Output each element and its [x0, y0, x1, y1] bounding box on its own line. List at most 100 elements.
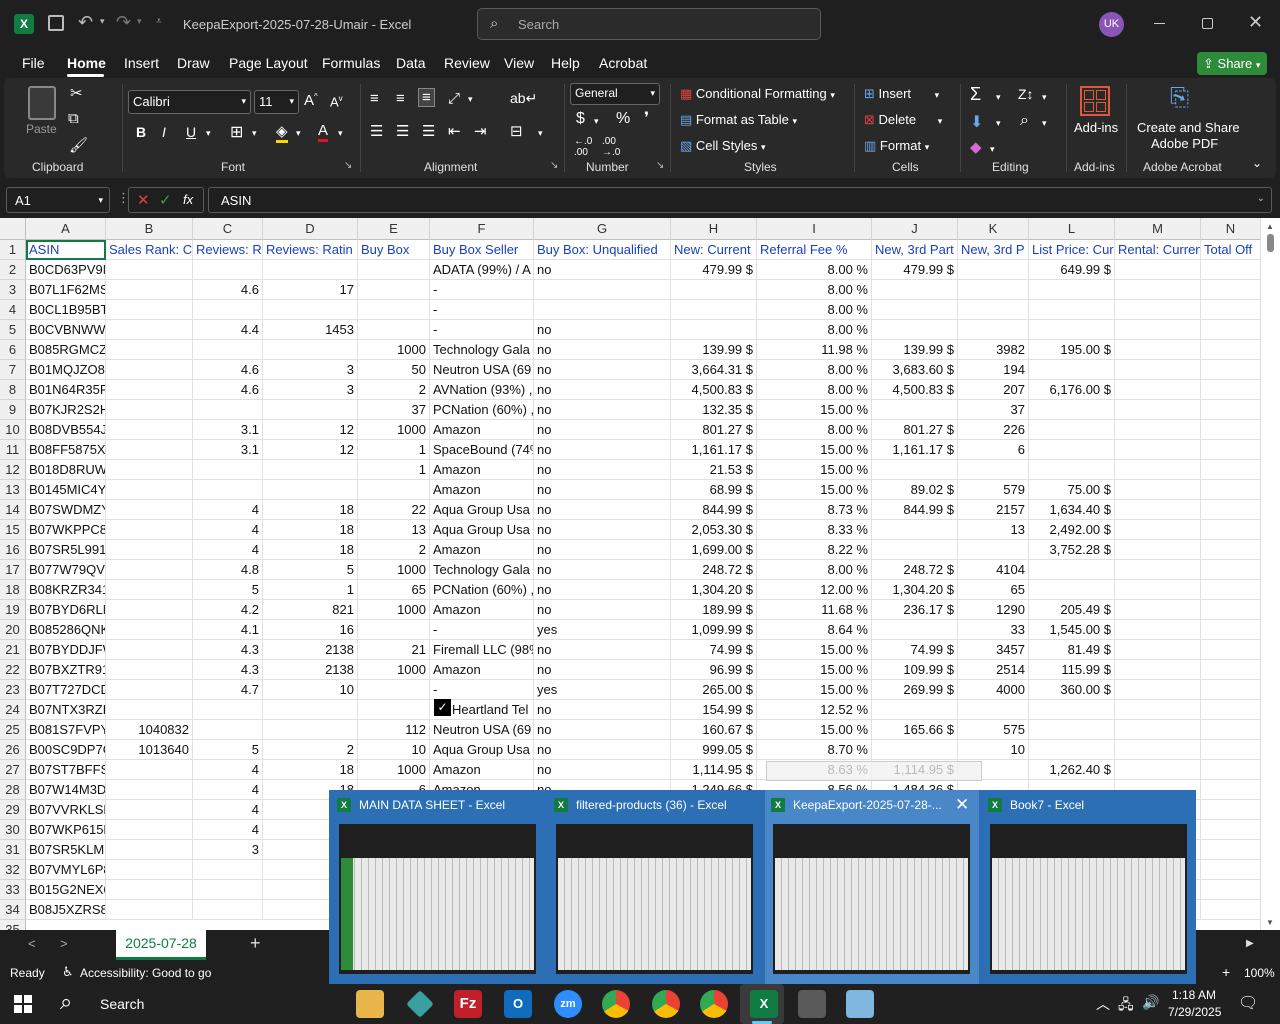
tray-chevron-icon[interactable]: ︿ — [1096, 994, 1110, 1014]
table-cell[interactable]: B07BYD6RLN — [26, 600, 106, 620]
row-header[interactable]: 13 — [0, 480, 26, 500]
table-cell[interactable]: 6,176.00 $ — [1029, 380, 1115, 400]
table-cell[interactable] — [1115, 460, 1201, 480]
font-name-select[interactable]: Calibri ▾ — [128, 90, 251, 114]
table-cell[interactable] — [106, 580, 193, 600]
header-cell[interactable]: New, 3rd Part — [872, 240, 958, 260]
increase-font-icon[interactable]: A^ — [304, 92, 318, 109]
addins-button[interactable]: Add-ins — [1074, 120, 1118, 135]
table-cell[interactable] — [1201, 360, 1261, 380]
table-cell[interactable] — [106, 780, 193, 800]
table-cell[interactable] — [106, 900, 193, 920]
row-header[interactable]: 1 — [0, 240, 26, 260]
table-cell[interactable]: 8.00 % — [757, 300, 872, 320]
table-cell[interactable]: no — [534, 660, 671, 680]
table-cell[interactable] — [1115, 440, 1201, 460]
table-cell[interactable]: 4.1 — [193, 620, 263, 640]
table-cell[interactable]: 8.33 % — [757, 520, 872, 540]
table-cell[interactable] — [106, 500, 193, 520]
table-cell[interactable]: 1,545.00 $ — [1029, 620, 1115, 640]
row-header[interactable]: 22 — [0, 660, 26, 680]
fill-color-icon[interactable]: ◈ — [276, 122, 288, 143]
table-cell[interactable]: 8.00 % — [757, 360, 872, 380]
table-cell[interactable]: 10 — [958, 740, 1029, 760]
table-cell[interactable]: no — [534, 340, 671, 360]
table-cell[interactable] — [358, 260, 430, 280]
table-cell[interactable]: B07T727DCD — [26, 680, 106, 700]
table-cell[interactable]: 154.99 $ — [671, 700, 757, 720]
table-cell[interactable] — [671, 280, 757, 300]
create-share-pdf-line2[interactable]: Adobe PDF — [1151, 136, 1218, 151]
orientation-icon[interactable]: ⤢ — [448, 90, 460, 107]
table-cell[interactable]: Neutron USA (69 — [430, 360, 534, 380]
row-header[interactable]: 32 — [0, 860, 26, 880]
table-cell[interactable] — [1115, 580, 1201, 600]
table-cell[interactable] — [958, 280, 1029, 300]
table-cell[interactable] — [263, 260, 358, 280]
table-cell[interactable] — [1201, 840, 1261, 860]
table-cell[interactable]: 5 — [193, 740, 263, 760]
table-cell[interactable] — [358, 320, 430, 340]
table-cell[interactable]: - — [430, 320, 534, 340]
table-cell[interactable] — [1115, 700, 1201, 720]
table-cell[interactable] — [671, 320, 757, 340]
table-cell[interactable] — [958, 700, 1029, 720]
row-header[interactable]: 29 — [0, 800, 26, 820]
table-cell[interactable]: 1 — [263, 580, 358, 600]
table-cell[interactable] — [872, 620, 958, 640]
fill-dropdown-icon[interactable]: ▾ — [996, 118, 1001, 129]
table-cell[interactable] — [106, 760, 193, 780]
table-cell[interactable]: 3982 — [958, 340, 1029, 360]
row-header[interactable]: 9 — [0, 400, 26, 420]
table-cell[interactable]: B07W14M3D5 — [26, 780, 106, 800]
scroll-down-icon[interactable]: ▼ — [1266, 918, 1274, 927]
table-cell[interactable] — [1029, 280, 1115, 300]
table-cell[interactable]: 5 — [263, 560, 358, 580]
underline-dropdown-icon[interactable]: ▾ — [206, 128, 211, 139]
table-cell[interactable]: SpaceBound (74% — [430, 440, 534, 460]
table-cell[interactable]: 8.73 % — [757, 500, 872, 520]
table-cell[interactable] — [1201, 900, 1261, 920]
table-cell[interactable]: 8.70 % — [757, 740, 872, 760]
column-header-e[interactable]: E — [358, 218, 430, 240]
menu-review[interactable]: Review — [444, 55, 490, 71]
accessibility-status[interactable]: Accessibility: Good to go — [80, 966, 211, 980]
table-cell[interactable]: 2138 — [263, 660, 358, 680]
clock-date[interactable]: 7/29/2025 — [1168, 1005, 1221, 1019]
table-cell[interactable]: 265.00 $ — [671, 680, 757, 700]
table-cell[interactable] — [1115, 500, 1201, 520]
table-cell[interactable]: 189.99 $ — [671, 600, 757, 620]
table-cell[interactable]: no — [534, 480, 671, 500]
table-cell[interactable] — [872, 280, 958, 300]
menu-acrobat[interactable]: Acrobat — [599, 55, 647, 71]
table-cell[interactable]: Aqua Group Usa — [430, 520, 534, 540]
chrome-icon-3[interactable] — [700, 990, 728, 1018]
table-cell[interactable] — [358, 280, 430, 300]
table-cell[interactable]: 12.00 % — [757, 580, 872, 600]
close-icon[interactable]: ✕ — [1248, 12, 1263, 33]
table-cell[interactable]: 8.00 % — [757, 280, 872, 300]
table-cell[interactable]: 195.00 $ — [1029, 340, 1115, 360]
table-cell[interactable] — [1115, 300, 1201, 320]
table-cell[interactable] — [263, 400, 358, 420]
table-cell[interactable] — [1201, 420, 1261, 440]
header-cell[interactable]: Total Off — [1201, 240, 1261, 260]
table-cell[interactable]: no — [534, 560, 671, 580]
table-cell[interactable]: 15.00 % — [757, 720, 872, 740]
percent-icon[interactable]: % — [616, 110, 630, 128]
table-cell[interactable]: 3 — [263, 380, 358, 400]
table-cell[interactable] — [263, 720, 358, 740]
wrap-text-icon[interactable]: ab↵ — [510, 90, 537, 107]
table-cell[interactable]: 801.27 $ — [872, 420, 958, 440]
table-cell[interactable] — [1201, 300, 1261, 320]
table-cell[interactable]: no — [534, 260, 671, 280]
table-cell[interactable]: B0CD63PV9N — [26, 260, 106, 280]
clear-dropdown-icon[interactable]: ▾ — [990, 144, 995, 155]
table-cell[interactable] — [872, 740, 958, 760]
currency-dropdown-icon[interactable]: ▾ — [594, 116, 599, 127]
row-header[interactable]: 28 — [0, 780, 26, 800]
table-cell[interactable]: 12 — [263, 420, 358, 440]
column-header-h[interactable]: H — [671, 218, 757, 240]
table-cell[interactable] — [958, 260, 1029, 280]
table-cell[interactable]: B08J5XZRS8 — [26, 900, 106, 920]
